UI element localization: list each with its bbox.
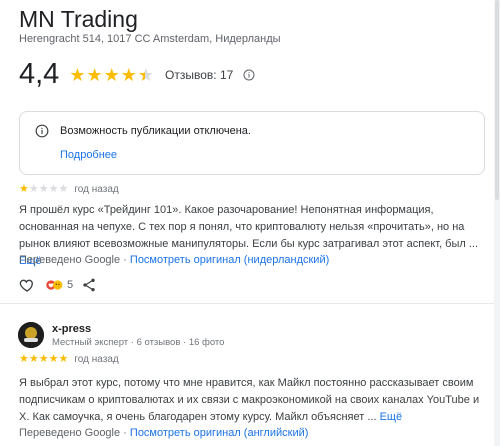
notice-text: Возможность публикации отключена. [60, 125, 251, 137]
review-time: год назад [74, 184, 119, 195]
star-icon: ★ [120, 64, 137, 85]
star-icon: ★ [58, 353, 69, 365]
review-divider [0, 303, 500, 304]
star-empty-icon: ★ [28, 183, 39, 195]
reaction-icon [46, 280, 63, 290]
rating-summary: 4,4 ★ ★ ★ ★ ★ Отзывов: 17 [19, 58, 255, 91]
rating-value: 4,4 [19, 58, 60, 90]
translated-label: Переведено Google · [19, 427, 127, 439]
publishing-disabled-notice: Возможность публикации отключена. Подроб… [19, 111, 485, 175]
review-actions: 5 [19, 277, 107, 293]
more-link[interactable]: Ещё [380, 411, 403, 423]
star-empty-icon: ★ [38, 183, 49, 195]
avatar-image [18, 322, 44, 348]
view-original-link[interactable]: Посмотреть оригинал (английский) [130, 427, 309, 439]
star-icon: ★ [19, 183, 29, 195]
rating-stars: ★ ★ ★ ★ ★ [69, 66, 155, 84]
review-text: Я выбрал этот курс, потому что мне нрави… [19, 375, 489, 426]
scrollbar[interactable] [494, 0, 500, 446]
review-time: год назад [74, 354, 119, 365]
info-icon [35, 124, 49, 138]
star-icon: ★ [69, 64, 86, 85]
star-empty-icon: ★ [48, 183, 59, 195]
avatar[interactable] [18, 322, 44, 348]
learn-more-link[interactable]: Подробнее [60, 149, 117, 161]
share-icon[interactable] [81, 277, 97, 293]
star-icon: ★ [48, 353, 59, 365]
place-title: MN Trading [19, 6, 138, 32]
review-author[interactable]: x-press [52, 323, 91, 335]
star-icon: ★ [38, 353, 49, 365]
reviews-count[interactable]: Отзывов: 17 [165, 68, 233, 82]
review-body: Я прошёл курс «Трейдинг 101». Какое разо… [19, 204, 479, 250]
translation-note: Переведено Google · Посмотреть оригинал … [19, 427, 308, 439]
translated-label: Переведено Google · [19, 254, 127, 266]
star-empty-icon: ★ [58, 183, 69, 195]
author-meta: Местный эксперт · 6 отзывов · 16 фото [52, 337, 225, 348]
reactions-count: 5 [67, 279, 74, 291]
reactions[interactable]: 5 [45, 278, 73, 292]
star-icon: ★ [28, 353, 39, 365]
translation-note: Переведено Google · Посмотреть оригинал … [19, 254, 329, 266]
review-rating: ★ ★ ★ ★ ★ год назад [19, 183, 119, 196]
half-star-icon: ★ [137, 64, 155, 85]
view-original-link[interactable]: Посмотреть оригинал (нидерландский) [130, 254, 329, 266]
info-icon[interactable] [243, 69, 255, 81]
star-icon: ★ [86, 64, 103, 85]
star-icon: ★ [103, 64, 120, 85]
star-icon: ★ [19, 353, 29, 365]
review-body: Я выбрал этот курс, потому что мне нрави… [19, 377, 480, 423]
place-address: Herengracht 514, 1017 CC Amsterdam, Ниде… [19, 33, 281, 45]
heart-icon[interactable] [19, 277, 35, 293]
review-rating: ★ ★ ★ ★ ★ год назад [19, 353, 119, 366]
